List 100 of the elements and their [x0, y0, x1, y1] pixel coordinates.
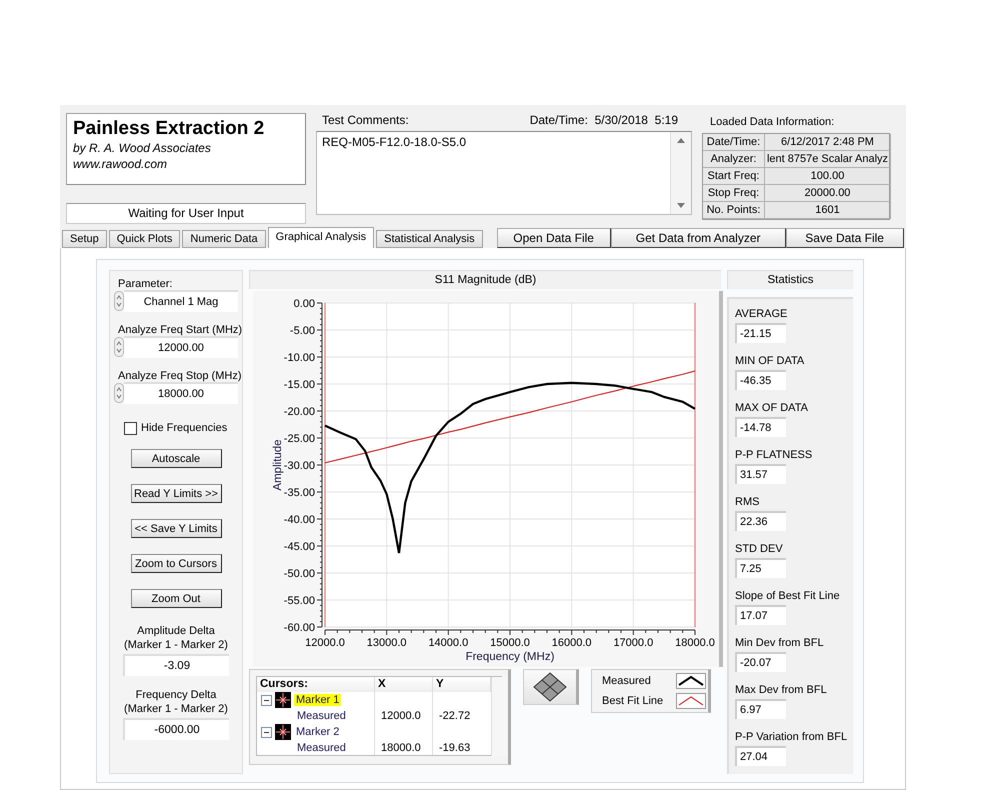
checkbox[interactable]	[124, 422, 137, 434]
info-label: Start Freq:	[703, 168, 765, 185]
y-tick-label: -45.00	[284, 541, 315, 553]
statistic-value: -20.07	[735, 652, 786, 672]
x-tick-label: 18000.0	[675, 637, 715, 649]
cursor-marker-icon	[275, 724, 291, 740]
column-header: Y	[433, 677, 491, 692]
tab[interactable]: Quick Plots	[108, 230, 180, 248]
action-button[interactable]: << Save Y Limits	[130, 519, 222, 538]
table-cell-text: 12000.0	[380, 709, 422, 724]
statistic-value: 7.25	[735, 558, 786, 578]
statistic-value: -46.35	[735, 370, 786, 390]
y-tick-label: -55.00	[284, 595, 315, 607]
x-tick-label: 16000.0	[552, 637, 592, 649]
chart-title: S11 Magnitude (dB)	[249, 270, 721, 289]
marker-item[interactable]: Marker 1	[294, 694, 342, 706]
legend-label: Best Fit Line	[602, 695, 664, 707]
statistic-label: Max Dev from BFL	[735, 683, 828, 697]
marker-item[interactable]: Marker 2	[294, 726, 342, 738]
info-label: Date/Time:	[703, 134, 765, 151]
statistic-value: 17.07	[735, 605, 786, 625]
statistic-value: -14.78	[735, 417, 786, 437]
legend-swatch-icon	[676, 673, 706, 689]
y-tick-label: -50.00	[284, 568, 315, 580]
info-value: lent 8757e Scalar Analyz	[765, 151, 891, 168]
spinner-arrows-icon[interactable]	[114, 383, 124, 403]
readout-field: -3.09	[123, 654, 229, 676]
info-value: 20000.00	[765, 185, 891, 202]
statistic-label: P-P Variation from BFL	[735, 730, 848, 744]
numeric-field[interactable]: 18000.00	[124, 382, 238, 404]
checkbox-label: Hide Frequencies	[141, 421, 228, 435]
spinner-arrows-icon[interactable]	[114, 337, 124, 357]
tab[interactable]: Statistical Analysis	[376, 230, 483, 248]
y-tick-label: -35.00	[284, 487, 315, 499]
action-button[interactable]: Autoscale	[130, 449, 222, 468]
x-tick-label: 12000.0	[305, 637, 345, 649]
readout-label: Frequency Delta (Marker 1 - Marker 2)	[124, 688, 228, 716]
x-tick-label: 17000.0	[613, 637, 654, 649]
column-header: X	[375, 677, 433, 692]
x-tick-label: 14000.0	[428, 637, 468, 649]
toolbar-button[interactable]: Save Data File	[786, 228, 904, 248]
tab[interactable]: Graphical Analysis	[268, 227, 374, 248]
y-tick-label: 0.00	[294, 298, 315, 310]
statistic-label: AVERAGE	[735, 307, 788, 321]
action-button[interactable]: Zoom to Cursors	[130, 554, 222, 573]
author-text: by R. A. Wood Associates	[73, 140, 212, 156]
statistics-title: Statistics	[727, 270, 853, 289]
x-tick-label: 15000.0	[490, 637, 530, 649]
legend-swatch-icon	[676, 693, 706, 709]
website-text: www.rawood.com	[73, 156, 168, 172]
field-label: Parameter:	[118, 277, 174, 291]
info-label: No. Points:	[703, 202, 765, 219]
numeric-field[interactable]: Channel 1 Mag	[124, 290, 238, 312]
collapse-icon[interactable]	[261, 726, 272, 738]
table-cell-text: -22.72	[438, 709, 472, 724]
tree-item[interactable]: Measured	[297, 742, 346, 754]
spinner-arrows-icon[interactable]	[114, 291, 124, 311]
y-tick-label: -30.00	[284, 460, 315, 472]
scroll-up-icon[interactable]	[677, 138, 685, 143]
column-header: Cursors:	[257, 677, 375, 692]
info-label: Stop Freq:	[703, 185, 765, 202]
action-button[interactable]: Zoom Out	[130, 589, 222, 608]
y-tick-label: -10.00	[284, 352, 315, 364]
toolbar-button[interactable]: Open Data File	[496, 228, 611, 248]
info-value: 100.00	[765, 168, 891, 185]
action-button[interactable]: Read Y Limits >>	[130, 484, 222, 503]
tab[interactable]: Setup	[62, 230, 107, 248]
date-time-text: Date/Time: 5/30/2018 5:19	[530, 113, 678, 127]
y-tick-label: -20.00	[284, 406, 315, 418]
info-value: 6/12/2017 2:48 PM	[765, 134, 891, 151]
cursor-line[interactable]	[694, 303, 696, 627]
statistic-label: RMS	[735, 495, 760, 509]
tree-item[interactable]: Measured	[297, 710, 346, 722]
scroll-down-icon[interactable]	[677, 203, 685, 208]
statistic-value: -21.15	[735, 323, 786, 343]
statistic-label: P-P FLATNESS	[735, 448, 814, 462]
y-tick-label: -60.00	[284, 622, 315, 634]
x-axis-title: Frequency (MHz)	[466, 651, 554, 663]
statistic-value: 6.97	[735, 699, 786, 719]
cursor-move-button[interactable]	[523, 669, 579, 705]
cursor-line[interactable]	[324, 303, 326, 627]
legend-label: Measured	[602, 675, 651, 687]
info-label: Analyzer:	[703, 151, 765, 168]
y-tick-label: -25.00	[284, 433, 315, 445]
numeric-field[interactable]: 12000.00	[124, 336, 238, 358]
statistic-label: Slope of Best Fit Line	[735, 589, 841, 603]
comments-field[interactable]: REQ-M05-F12.0-18.0-S5.0	[316, 131, 692, 215]
x-tick-label: 13000.0	[366, 637, 407, 649]
collapse-icon[interactable]	[261, 694, 272, 706]
info-value: 1601	[765, 202, 891, 219]
statistic-label: MAX OF DATA	[735, 401, 809, 415]
toolbar-button[interactable]: Get Data from Analyzer	[610, 228, 786, 248]
y-axis-title: Amplitude	[272, 439, 284, 491]
tab[interactable]: Numeric Data	[182, 230, 266, 248]
comments-label: Test Comments:	[322, 113, 409, 127]
app-title: Painless Extraction 2	[73, 118, 266, 140]
statistic-label: STD DEV	[735, 542, 784, 556]
statistic-label: MIN OF DATA	[735, 354, 806, 368]
y-tick-label: -40.00	[284, 514, 315, 526]
statistic-value: 22.36	[735, 511, 786, 531]
